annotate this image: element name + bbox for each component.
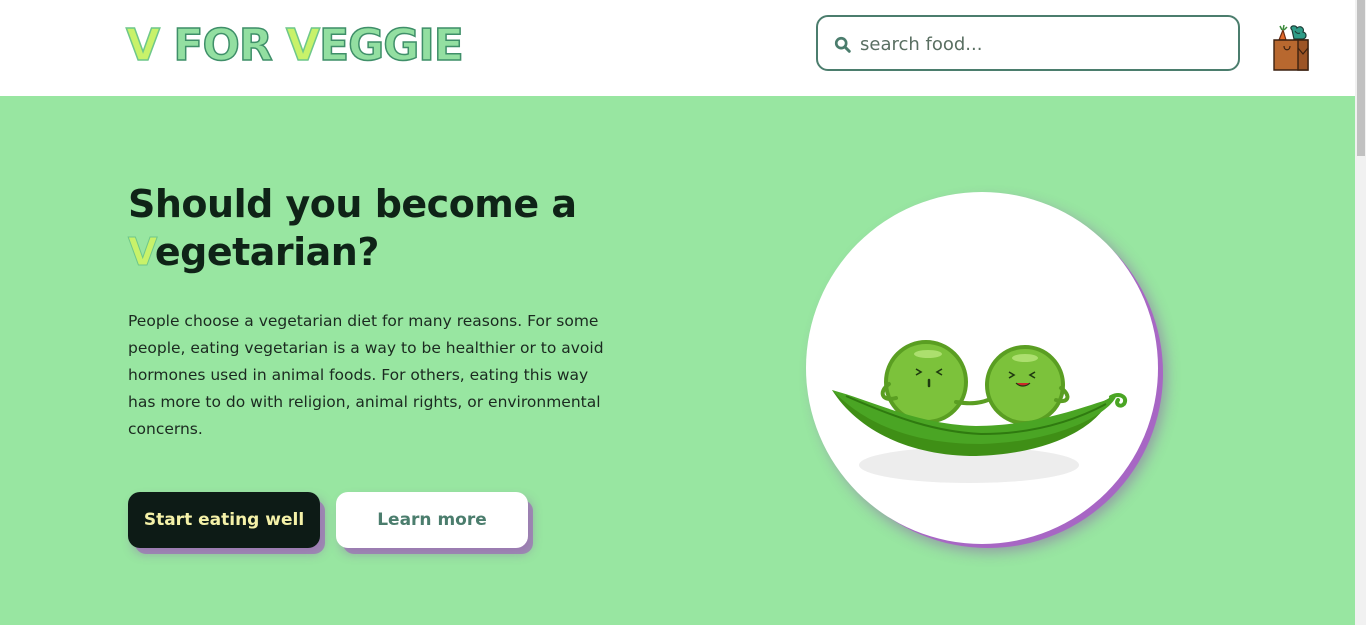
- search-input[interactable]: [858, 25, 1232, 63]
- peas-in-pod-illustration: [832, 340, 1128, 483]
- logo-letter-v2: V: [285, 19, 321, 72]
- page: V FOR VEGGIE Should you become a: [0, 0, 1366, 625]
- site-header: V FOR VEGGIE: [0, 0, 1355, 96]
- illustration-circle: [806, 192, 1158, 544]
- hero-illustration: [806, 192, 1158, 544]
- hero-title-v: V: [128, 230, 156, 275]
- search-bar: [816, 15, 1240, 71]
- learn-more-button[interactable]: Learn more: [336, 492, 528, 548]
- logo-text-for: FOR: [159, 19, 287, 72]
- hero-title-line1: Should you become a: [128, 182, 577, 226]
- hero-description: People choose a vegetarian diet for many…: [128, 312, 604, 438]
- site-logo[interactable]: V FOR VEGGIE: [125, 18, 464, 74]
- hero-title-line2: egetarian?: [154, 230, 380, 274]
- logo-text-eggie: EGGIE: [318, 19, 464, 72]
- grocery-bag-icon[interactable]: [1270, 24, 1312, 72]
- hero-title: Should you become a Vegetarian?: [128, 180, 648, 276]
- scrollbar[interactable]: [1355, 0, 1366, 625]
- start-eating-well-button[interactable]: Start eating well: [128, 492, 320, 548]
- scrollbar-thumb[interactable]: [1357, 0, 1365, 156]
- search-icon[interactable]: [834, 36, 852, 54]
- hero-section: Should you become a Vegetarian? People c…: [0, 96, 1355, 625]
- logo-letter-v: V: [125, 19, 161, 72]
